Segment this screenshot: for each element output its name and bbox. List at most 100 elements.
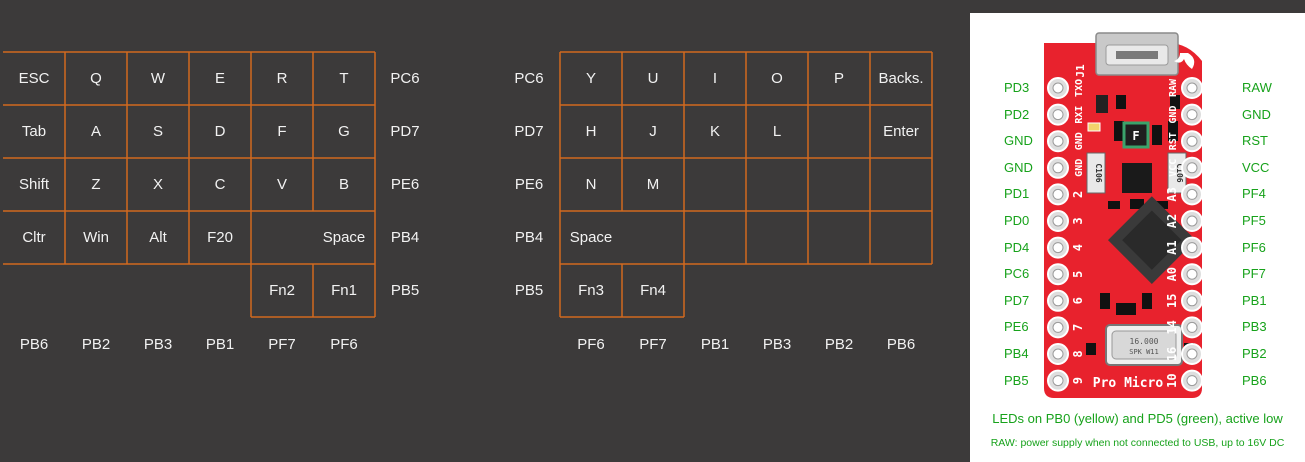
left-key-r1-c2: Q: [90, 70, 102, 87]
right-col-pin-3: PB1: [700, 335, 730, 353]
left-silk-6: 3: [1071, 217, 1085, 224]
left-key-r5-c4: [189, 264, 251, 317]
left-key-r4-c1: Cltr: [22, 229, 46, 246]
left-key-r3-c6: B: [338, 176, 349, 193]
right-key-r1-c3: I: [712, 70, 718, 87]
left-key-r5-c2: [65, 264, 127, 317]
left-key-r1-c1: ESC: [18, 70, 50, 87]
left-key-r5-c6: Fn1: [331, 282, 357, 299]
left-key-r5-c1: [3, 264, 65, 317]
right-key-r5-c6: [870, 264, 932, 317]
left-key-r4-c3: Alt: [149, 229, 167, 246]
left-key-r1-c5: R: [276, 70, 288, 87]
left-key-r4-c6: Space: [322, 229, 366, 246]
right-key-r5-c1: Fn3: [578, 282, 604, 299]
right-key-r5-c5: [808, 264, 870, 317]
right-key-r5-c4: [746, 264, 808, 317]
left-key-r1-c6: T: [339, 70, 349, 87]
right-key-r2-c6: Enter: [883, 123, 919, 140]
j1-label: J1: [1074, 64, 1087, 78]
left-row-pin-4: PB4: [390, 229, 420, 246]
right-silk-8: A0: [1165, 267, 1179, 281]
left-col-pin-5: PF7: [268, 335, 296, 353]
right-key-r2-c4: L: [772, 123, 782, 140]
left-key-r3-c1: Shift: [18, 176, 49, 193]
right-key-r3-c6: [870, 158, 932, 211]
right-silk-11: 16: [1165, 347, 1179, 361]
right-key-r4-c4: [746, 211, 808, 264]
right-silk-10: 14: [1165, 320, 1179, 334]
left-silk-2: RXI: [1074, 106, 1085, 124]
right-row-pin-5: PB5: [514, 282, 544, 299]
left-silk-1: TXO: [1074, 79, 1085, 97]
right-silk-2: GND: [1168, 106, 1179, 124]
fuse-label: F: [1132, 129, 1139, 143]
svg-text:C106: C106: [1094, 163, 1103, 182]
left-silk-12: 9: [1071, 377, 1085, 384]
right-silk-6: A2: [1165, 214, 1179, 228]
right-key-r1-c4: O: [771, 70, 783, 87]
left-key-r5-c5: Fn2: [269, 282, 295, 299]
left-key-r2-c1: Tab: [21, 123, 47, 140]
right-col-pin-6: PB6: [886, 335, 916, 353]
left-key-r3-c2: Z: [91, 176, 101, 193]
right-col-pin-5: PB2: [824, 335, 854, 353]
left-key-r4-c4: F20: [207, 229, 233, 246]
left-key-r4-c5: [251, 211, 313, 264]
right-col-pin-2: PF7: [639, 335, 667, 353]
left-row-pin-2: PD7: [390, 123, 420, 140]
left-key-r2-c4: D: [214, 123, 226, 140]
right-row-pin-2: PD7: [514, 123, 544, 140]
left-silk-4: GND: [1074, 159, 1085, 177]
right-key-r2-c3: K: [709, 123, 720, 140]
svg-text:16.000: 16.000: [1130, 337, 1159, 346]
right-silk-1: RAW: [1168, 78, 1179, 97]
right-silk-4: VCC: [1168, 159, 1179, 177]
pro-micro-board: F C106 C106 16.000 SPK W11 Pro Micro J1 …: [1044, 32, 1203, 398]
right-key-r2-c1: H: [585, 123, 597, 140]
left-silk-5: 2: [1071, 191, 1085, 198]
right-key-r5-c2: Fn4: [640, 282, 666, 299]
right-key-r4-c5: [808, 211, 870, 264]
left-key-r2-c6: G: [338, 123, 350, 140]
right-silk-7: A1: [1165, 240, 1179, 254]
left-key-r3-c4: C: [214, 176, 226, 193]
left-key-r3-c3: X: [152, 176, 163, 193]
left-key-r3-c5: V: [276, 176, 287, 193]
left-silk-9: 6: [1071, 297, 1085, 304]
left-col-pin-6: PF6: [330, 335, 358, 353]
left-key-r2-c3: S: [152, 123, 163, 140]
svg-text:SPK W11: SPK W11: [1129, 348, 1159, 356]
left-silk-7: 4: [1071, 244, 1085, 251]
right-key-r2-c5: [808, 105, 870, 158]
right-key-r3-c4: [746, 158, 808, 211]
left-col-pin-2: PB2: [81, 335, 111, 353]
left-col-pin-4: PB1: [205, 335, 235, 353]
board-name: Pro Micro: [1093, 376, 1164, 391]
right-key-r1-c5: P: [833, 70, 844, 87]
right-row-pin-4: PB4: [514, 229, 544, 246]
right-key-r1-c6: Backs.: [878, 70, 924, 87]
right-col-pin-4: PB3: [762, 335, 792, 353]
led-note: LEDs on PB0 (yellow) and PD5 (green), ac…: [992, 411, 1283, 426]
right-key-r4-c1: Space: [569, 229, 613, 246]
pro-micro-pinout-panel: PD3 PD2 GND GND PD1 PD0 PD4 PC6 PD7 PE6 PB4 PB5 RAW G…: [970, 13, 1305, 462]
right-key-r5-c3: [684, 264, 746, 317]
left-silk-11: 8: [1071, 350, 1085, 357]
right-key-r1-c2: U: [647, 70, 659, 87]
left-silk-8: 5: [1071, 271, 1085, 278]
left-key-r2-c2: A: [90, 123, 101, 140]
right-row-pin-1: PC6: [514, 70, 544, 87]
left-row-pin-1: PC6: [390, 70, 420, 87]
right-key-r4-c2: [622, 211, 684, 264]
left-silk-3: GND: [1074, 132, 1085, 150]
right-silk-9: 15: [1165, 294, 1179, 308]
right-key-r3-c1: N: [585, 176, 597, 193]
left-key-r4-c2: Win: [83, 229, 109, 246]
right-silk-12: 10: [1165, 373, 1179, 387]
left-row-pin-5: PB5: [390, 282, 420, 299]
left-key-r1-c4: E: [214, 70, 225, 87]
left-key-r1-c3: W: [150, 70, 166, 87]
right-key-r4-c6: [870, 211, 932, 264]
right-key-r4-c3: [684, 211, 746, 264]
